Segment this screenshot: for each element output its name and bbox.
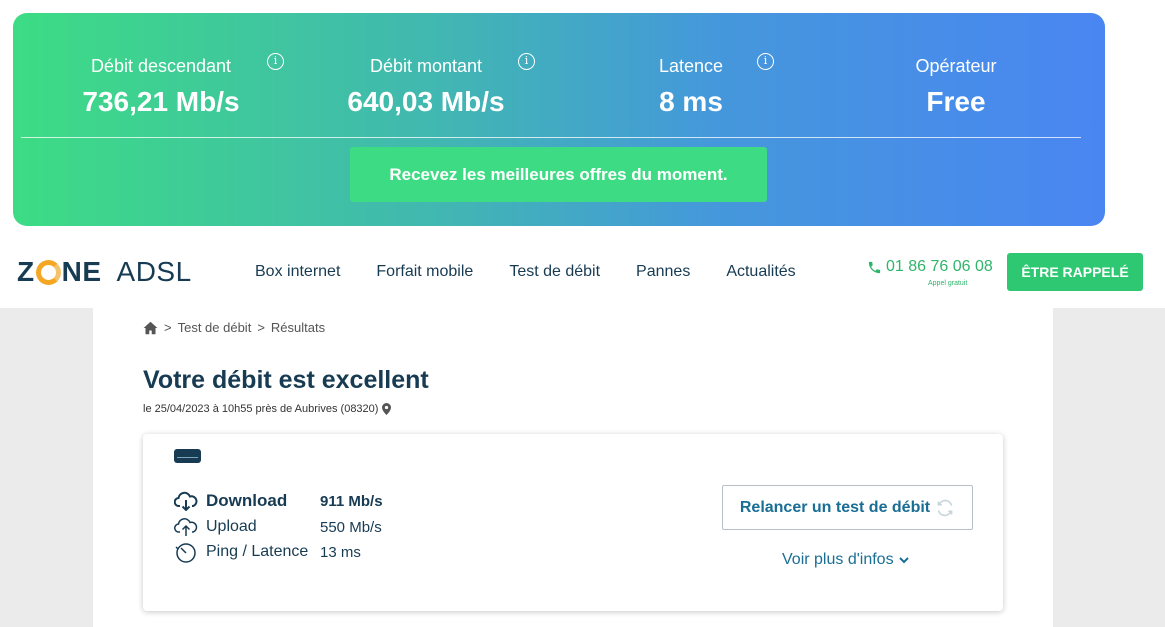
latency-value: 8 ms bbox=[659, 86, 723, 117]
cloud-download-icon bbox=[174, 491, 198, 511]
banner-divider bbox=[21, 137, 1081, 138]
phone-number: 01 86 76 06 08 bbox=[886, 258, 993, 275]
breadcrumb-separator: > bbox=[257, 320, 265, 335]
relaunch-label: Relancer un test de débit bbox=[739, 498, 931, 516]
upload-info-icon[interactable]: i bbox=[518, 53, 535, 70]
speed-summary-banner: Débit descendant 736,21 Mb/s i Débit mon… bbox=[13, 13, 1105, 226]
logo-z: Z bbox=[17, 256, 35, 287]
refresh-icon bbox=[937, 499, 953, 516]
latency-metric: Latence 8 ms bbox=[561, 55, 821, 119]
nav-item-forfait-mobile[interactable]: Forfait mobile bbox=[376, 263, 473, 281]
logo-ne: NE bbox=[61, 256, 102, 287]
ping-row-value: 13 ms bbox=[320, 543, 361, 561]
chevron-down-icon bbox=[898, 556, 909, 563]
cloud-upload-icon bbox=[174, 518, 198, 536]
breadcrumb: > Test de débit > Résultats bbox=[143, 320, 325, 335]
latency-label: Latence bbox=[658, 56, 724, 76]
more-info-label: Voir plus d'infos bbox=[782, 551, 894, 568]
results-card: Download 911 Mb/s Upload 550 Mb/s Ping /… bbox=[143, 434, 1003, 611]
breadcrumb-test-debit[interactable]: Test de débit bbox=[178, 320, 252, 335]
operator-label: Opérateur bbox=[915, 56, 997, 76]
phone-note: Appel gratuit bbox=[928, 280, 968, 287]
operator-value: Free bbox=[926, 86, 986, 117]
download-value: 736,21 Mb/s bbox=[82, 86, 240, 117]
more-info-link[interactable]: Voir plus d'infos bbox=[782, 551, 909, 569]
modem-icon bbox=[174, 449, 201, 463]
subtitle-text: le 25/04/2023 à 10h55 près de Aubrives (… bbox=[143, 403, 379, 415]
upload-value: 640,03 Mb/s bbox=[347, 86, 505, 117]
best-offers-button[interactable]: Recevez les meilleures offres du moment. bbox=[350, 147, 767, 202]
breadcrumb-resultats: Résultats bbox=[270, 320, 326, 335]
relaunch-test-button[interactable]: Relancer un test de débit bbox=[722, 485, 973, 530]
download-row: Download 911 Mb/s bbox=[174, 491, 383, 511]
site-header: Z NE ADSL Box internet Forfait mobile Te… bbox=[0, 235, 1165, 308]
download-row-value: 911 Mb/s bbox=[320, 492, 383, 510]
zone-adsl-logo[interactable]: Z NE ADSL bbox=[17, 256, 192, 288]
test-date-location: le 25/04/2023 à 10h55 près de Aubrives (… bbox=[143, 403, 392, 415]
home-icon[interactable] bbox=[143, 321, 158, 335]
phone-icon bbox=[868, 261, 881, 273]
logo-zone-text: Z NE bbox=[17, 256, 102, 288]
operator-metric: Opérateur Free bbox=[826, 55, 1086, 119]
download-row-label: Download bbox=[206, 491, 288, 510]
phone-link[interactable]: 01 86 76 06 08 bbox=[867, 258, 993, 276]
page-title: Votre débit est excellent bbox=[143, 366, 429, 394]
breadcrumb-separator: > bbox=[164, 320, 172, 335]
main-nav: Box internet Forfait mobile Test de débi… bbox=[255, 263, 832, 281]
stopwatch-icon bbox=[175, 543, 196, 563]
callback-button[interactable]: ÊTRE RAPPELÉ bbox=[1007, 253, 1143, 291]
upload-row-value: 550 Mb/s bbox=[320, 518, 382, 536]
nav-item-test-debit[interactable]: Test de débit bbox=[509, 263, 600, 281]
content-panel: > Test de débit > Résultats Votre débit … bbox=[93, 308, 1053, 627]
upload-row: Upload 550 Mb/s bbox=[174, 517, 382, 537]
location-pin-icon bbox=[382, 403, 392, 415]
logo-adsl-text: ADSL bbox=[116, 256, 192, 287]
upload-metric: Débit montant 640,03 Mb/s bbox=[296, 55, 556, 119]
ping-row-label: Ping / Latence bbox=[206, 543, 309, 560]
download-metric: Débit descendant 736,21 Mb/s bbox=[31, 55, 291, 119]
download-label: Débit descendant bbox=[90, 56, 232, 76]
nav-item-pannes[interactable]: Pannes bbox=[636, 263, 690, 281]
nav-item-box-internet[interactable]: Box internet bbox=[255, 263, 340, 281]
nav-item-actualites[interactable]: Actualités bbox=[726, 263, 795, 281]
upload-row-label: Upload bbox=[206, 518, 257, 535]
ping-row: Ping / Latence 13 ms bbox=[174, 541, 361, 563]
upload-label: Débit montant bbox=[369, 56, 483, 76]
download-info-icon[interactable]: i bbox=[267, 53, 284, 70]
latency-info-icon[interactable]: i bbox=[757, 53, 774, 70]
logo-target-icon bbox=[35, 259, 61, 285]
